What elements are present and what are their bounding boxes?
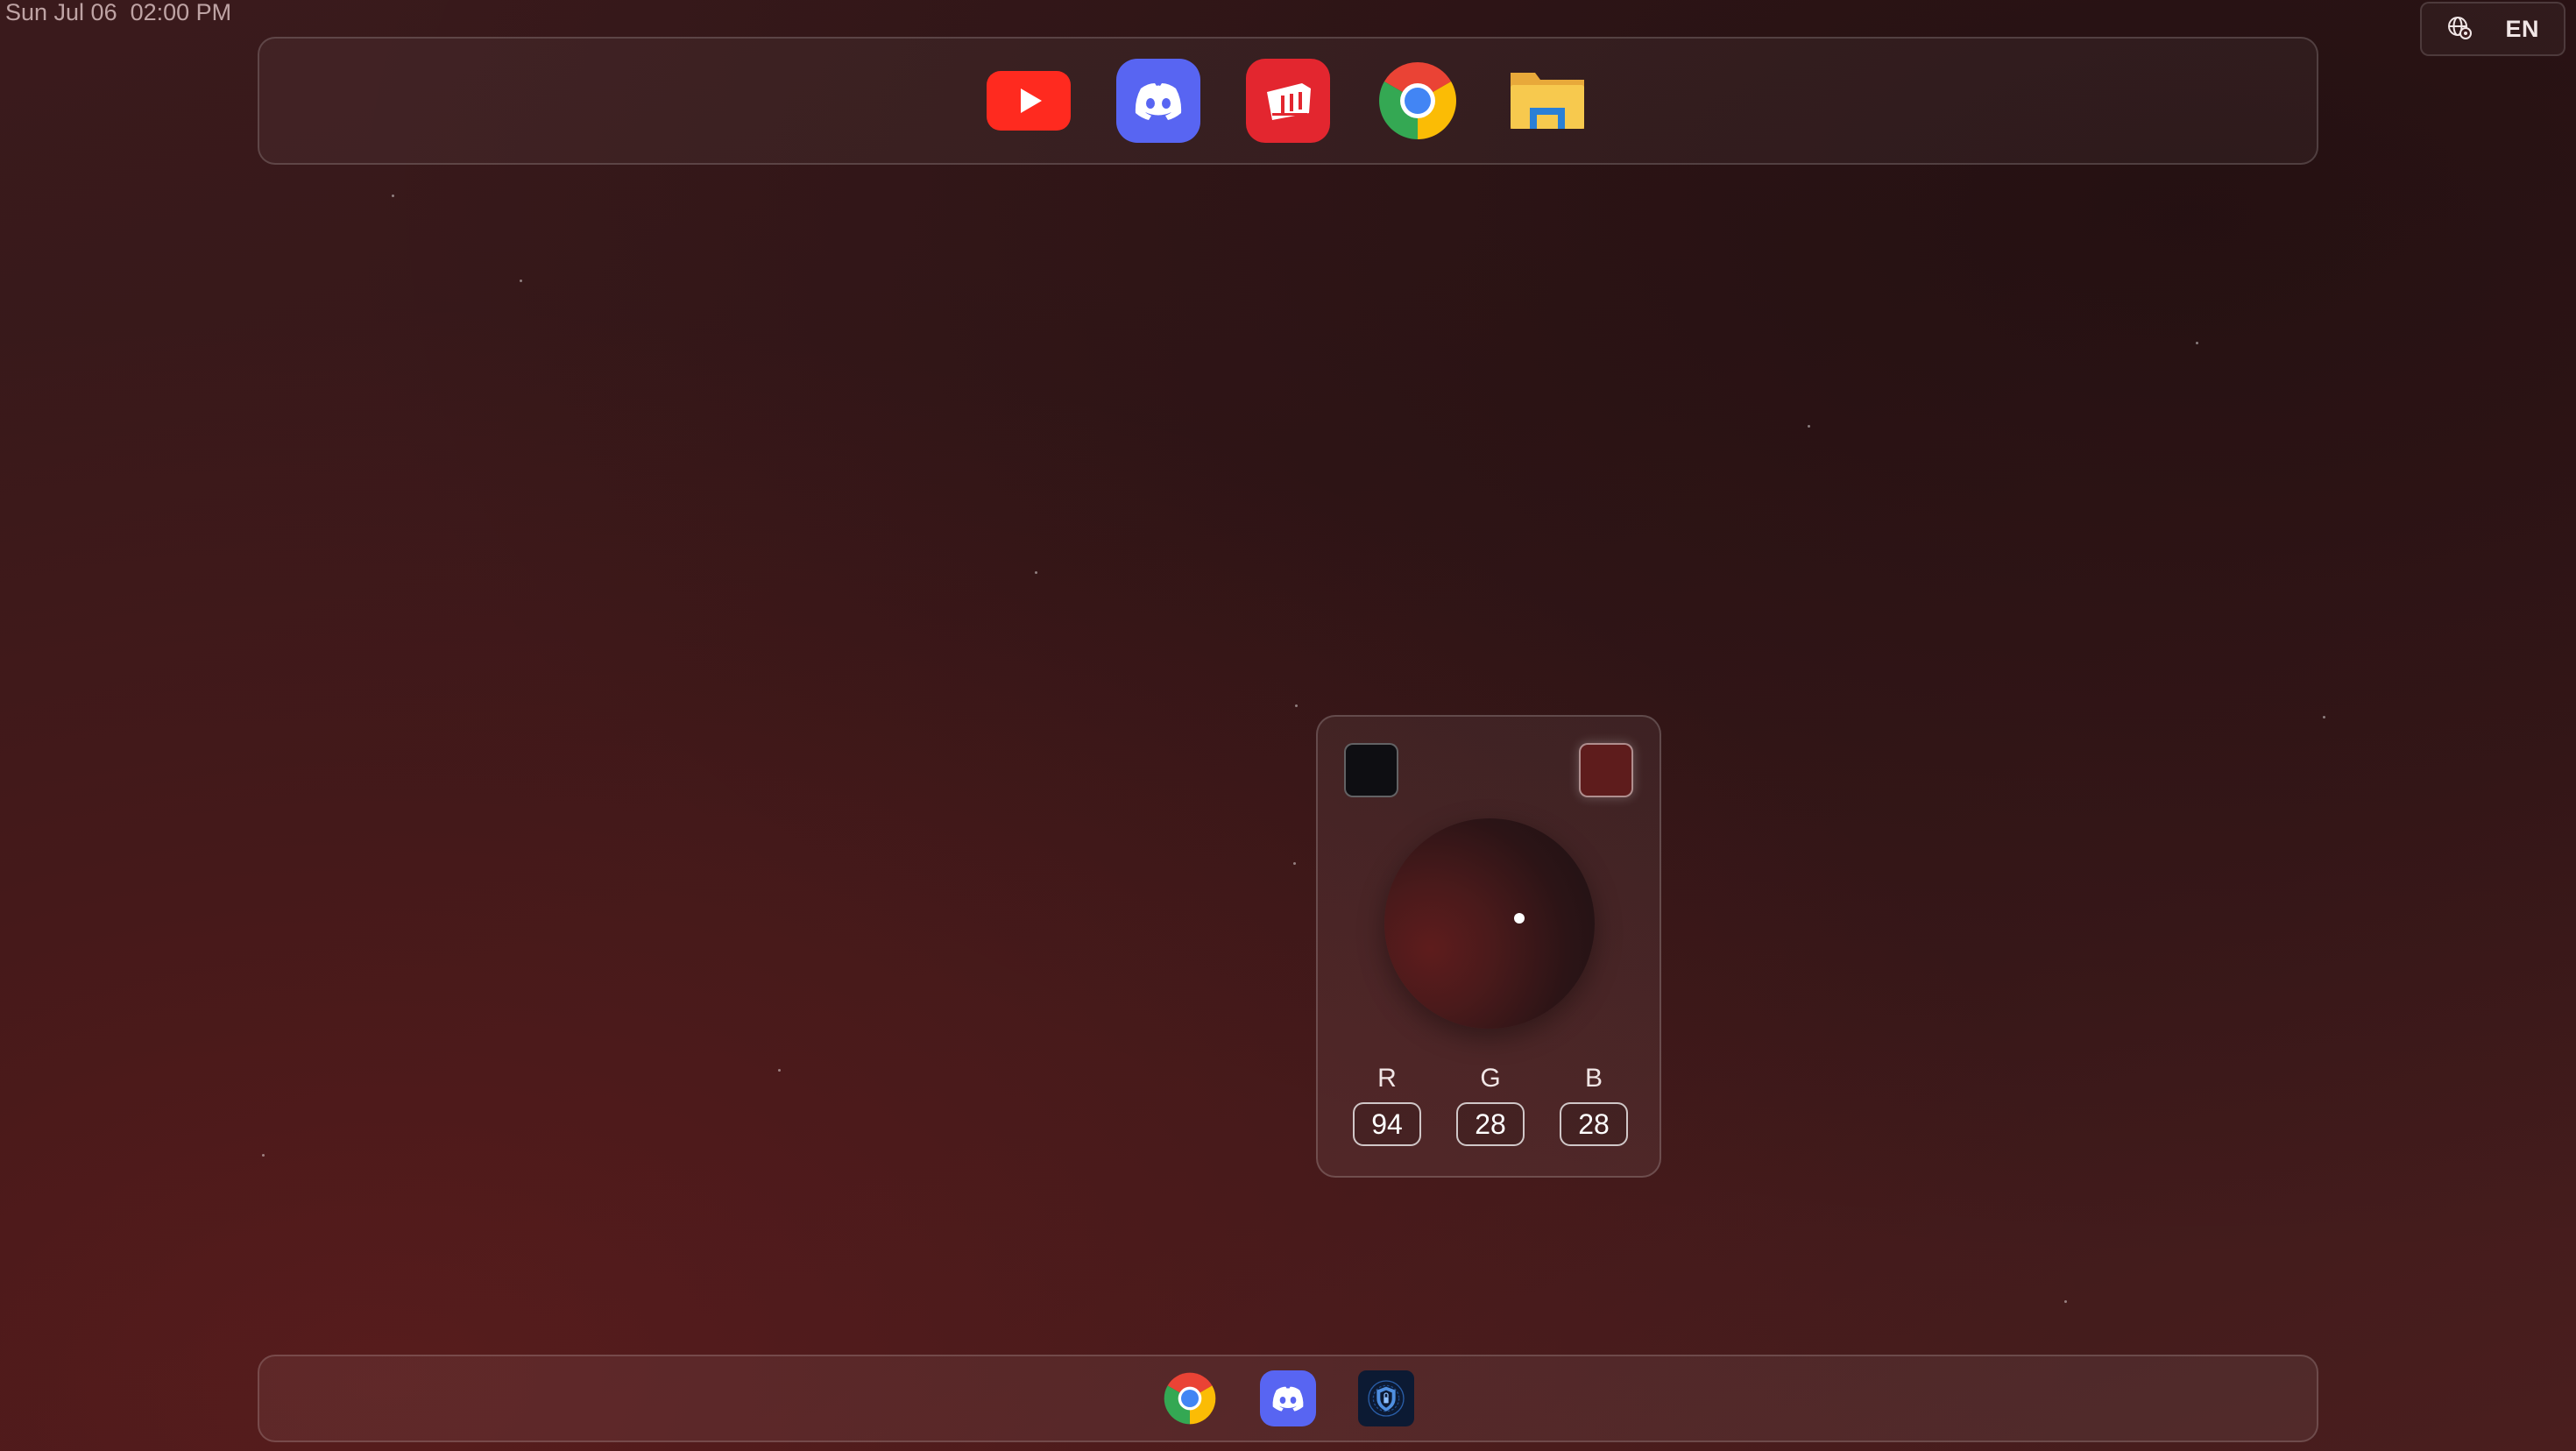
dock-app-riot-games[interactable] <box>1246 59 1330 143</box>
channel-r-label: R <box>1377 1064 1397 1093</box>
background-star <box>2064 1300 2067 1303</box>
channel-g: G 28 <box>1454 1064 1526 1146</box>
taskbar-app-security[interactable] <box>1358 1370 1414 1426</box>
dock-app-file-explorer[interactable] <box>1505 59 1589 143</box>
channel-g-input[interactable]: 28 <box>1456 1102 1525 1146</box>
background-star <box>2323 716 2325 718</box>
riot-games-icon <box>1246 59 1330 143</box>
taskbar-app-discord[interactable] <box>1260 1370 1316 1426</box>
language-code: EN <box>2505 15 2539 42</box>
color-picker-panel: R 94 G 28 B 28 <box>1316 715 1661 1178</box>
discord-icon <box>1116 59 1200 143</box>
file-explorer-icon <box>1511 73 1584 129</box>
background-star <box>1295 704 1298 707</box>
channel-b-label: B <box>1584 1064 1603 1093</box>
background-star <box>2196 342 2198 344</box>
background-star <box>778 1069 781 1072</box>
shield-app-icon <box>1358 1370 1414 1426</box>
swatch-selected[interactable] <box>1579 743 1633 797</box>
color-wheel[interactable] <box>1384 818 1595 1029</box>
system-clock: Sun Jul 06 02:00 PM <box>5 0 232 25</box>
channel-b: B 28 <box>1558 1064 1630 1146</box>
channel-b-input[interactable]: 28 <box>1560 1102 1628 1146</box>
background-star <box>392 195 394 197</box>
bottom-dock <box>258 1355 2318 1442</box>
channel-r: R 94 <box>1351 1064 1423 1146</box>
dock-app-chrome[interactable] <box>1376 59 1460 143</box>
background-star <box>520 280 522 282</box>
background-star <box>262 1154 265 1157</box>
color-wheel-handle[interactable] <box>1514 913 1525 924</box>
dock-app-youtube[interactable] <box>987 59 1071 143</box>
chrome-icon <box>1379 62 1456 139</box>
chrome-icon <box>1164 1372 1216 1425</box>
dock-app-discord[interactable] <box>1116 59 1200 143</box>
taskbar-app-chrome[interactable] <box>1162 1370 1218 1426</box>
background-star <box>1035 571 1037 574</box>
channel-g-label: G <box>1480 1064 1501 1093</box>
background-star <box>1808 425 1810 428</box>
channel-r-input[interactable]: 94 <box>1353 1102 1421 1146</box>
language-indicator[interactable]: EN <box>2420 2 2565 56</box>
swatch-black[interactable] <box>1344 743 1398 797</box>
rgb-channels: R 94 G 28 B 28 <box>1351 1064 1630 1146</box>
youtube-icon <box>987 71 1071 131</box>
discord-icon <box>1260 1370 1316 1426</box>
globe-settings-icon <box>2446 14 2473 45</box>
background-star <box>1293 862 1296 865</box>
top-dock <box>258 37 2318 165</box>
